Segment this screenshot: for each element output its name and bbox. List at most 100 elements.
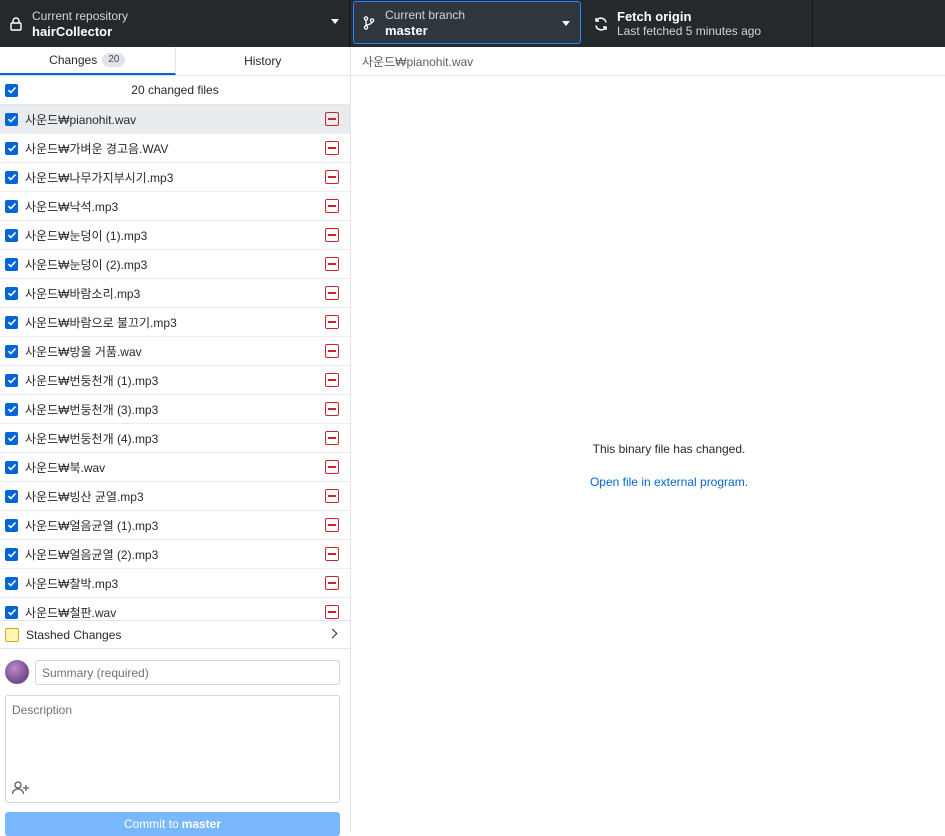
toolbar: Current repository hairCollector Current… (0, 0, 945, 47)
file-row[interactable]: 사운드₩얼음균열 (1).mp3 (0, 511, 350, 540)
file-checkbox[interactable] (5, 576, 18, 590)
stashed-changes-label: Stashed Changes (26, 627, 122, 642)
select-all-checkbox[interactable] (5, 83, 18, 97)
file-row[interactable]: 사운드₩번둥천개 (4).mp3 (0, 424, 350, 453)
tab-history-label: History (244, 54, 282, 68)
file-checkbox[interactable] (5, 518, 18, 532)
file-name: 사운드₩찰박.mp3 (25, 576, 119, 591)
file-name: 사운드₩눈덩이 (2).mp3 (25, 257, 148, 272)
file-checkbox[interactable] (5, 431, 18, 445)
lock-icon (8, 16, 24, 32)
repository-label: Current repository (32, 8, 129, 23)
changed-files-count: 20 changed files (131, 83, 219, 97)
summary-input[interactable]: Summary (required) (35, 660, 340, 685)
repository-selector[interactable]: Current repository hairCollector (0, 0, 350, 47)
file-deleted-icon (325, 576, 339, 590)
file-checkbox[interactable] (5, 460, 18, 474)
file-row[interactable]: 사운드₩철판.wav (0, 598, 350, 620)
file-name: 사운드₩pianohit.wav (25, 112, 137, 127)
file-name: 사운드₩번둥천개 (4).mp3 (25, 431, 159, 446)
file-row[interactable]: 사운드₩가벼운 경고음.WAV (0, 134, 350, 163)
file-checkbox[interactable] (5, 547, 18, 561)
file-row[interactable]: 사운드₩pianohit.wav (0, 105, 350, 134)
changes-sidebar: Changes 20 History 20 changed files 사운드₩… (0, 47, 351, 836)
file-name: 사운드₩가벼운 경고음.WAV (25, 141, 169, 156)
changes-count-badge: 20 (102, 53, 126, 67)
tab-history[interactable]: History (176, 47, 351, 75)
file-row[interactable]: 사운드₩눈덩이 (2).mp3 (0, 250, 350, 279)
description-input[interactable]: Description (5, 695, 340, 803)
file-deleted-icon (325, 228, 339, 242)
stash-icon (5, 627, 19, 642)
file-checkbox[interactable] (5, 112, 18, 126)
file-row[interactable]: 사운드₩나무가지부시기.mp3 (0, 163, 350, 192)
file-deleted-icon (325, 112, 339, 126)
file-name: 사운드₩얼음균열 (1).mp3 (25, 518, 159, 533)
file-row[interactable]: 사운드₩찰박.mp3 (0, 569, 350, 598)
file-row[interactable]: 사운드₩바람소리.mp3 (0, 279, 350, 308)
summary-placeholder: Summary (required) (42, 665, 149, 680)
file-deleted-icon (325, 373, 339, 387)
branch-selector[interactable]: Current branch master (353, 1, 581, 44)
file-checkbox[interactable] (5, 141, 18, 155)
file-row[interactable]: 사운드₩번둥천개 (3).mp3 (0, 395, 350, 424)
file-row[interactable]: 사운드₩낙석.mp3 (0, 192, 350, 221)
file-checkbox[interactable] (5, 228, 18, 242)
file-row[interactable]: 사운드₩번둥천개 (1).mp3 (0, 366, 350, 395)
file-name: 사운드₩북.wav (25, 460, 106, 475)
file-deleted-icon (325, 286, 339, 300)
file-checkbox[interactable] (5, 315, 18, 329)
fetch-status: Last fetched 5 minutes ago (617, 23, 762, 38)
file-row[interactable]: 사운드₩눈덩이 (1).mp3 (0, 221, 350, 250)
file-deleted-icon (325, 199, 339, 213)
file-checkbox[interactable] (5, 489, 18, 503)
file-deleted-icon (325, 170, 339, 184)
file-row[interactable]: 사운드₩바람으로 불끄기.mp3 (0, 308, 350, 337)
commit-button[interactable]: Commit to master (5, 812, 340, 836)
file-name: 사운드₩방울 거품.wav (25, 344, 142, 359)
file-row[interactable]: 사운드₩얼음균열 (2).mp3 (0, 540, 350, 569)
changes-header: 20 changed files (0, 76, 350, 105)
tab-changes[interactable]: Changes 20 (0, 47, 176, 75)
file-checkbox[interactable] (5, 257, 18, 271)
open-external-link[interactable]: Open file in external program. (351, 475, 945, 489)
file-path: 사운드₩pianohit.wav (362, 54, 474, 69)
file-deleted-icon (325, 460, 339, 474)
fetch-label: Fetch origin (617, 8, 692, 24)
file-checkbox[interactable] (5, 373, 18, 387)
file-deleted-icon (325, 431, 339, 445)
file-checkbox[interactable] (5, 199, 18, 213)
chevron-right-icon (327, 628, 338, 639)
description-placeholder: Description (12, 703, 73, 717)
file-row[interactable]: 사운드₩빙산 균열.mp3 (0, 482, 350, 511)
file-deleted-icon (325, 344, 339, 358)
file-name: 사운드₩낙석.mp3 (25, 199, 119, 214)
file-checkbox[interactable] (5, 286, 18, 300)
file-deleted-icon (325, 489, 339, 503)
avatar (5, 660, 29, 684)
file-checkbox[interactable] (5, 170, 18, 184)
file-name: 사운드₩바람으로 불끄기.mp3 (25, 315, 177, 330)
file-checkbox[interactable] (5, 344, 18, 358)
add-coauthor-icon[interactable] (11, 780, 31, 796)
file-row[interactable]: 사운드₩방울 거품.wav (0, 337, 350, 366)
file-checkbox[interactable] (5, 402, 18, 416)
commit-button-branch: master (181, 817, 222, 831)
branch-name: master (385, 22, 428, 38)
file-name: 사운드₩나무가지부시기.mp3 (25, 170, 174, 185)
file-deleted-icon (325, 141, 339, 155)
file-row[interactable]: 사운드₩북.wav (0, 453, 350, 482)
file-name: 사운드₩철판.wav (25, 605, 117, 620)
branch-label: Current branch (385, 7, 466, 22)
file-deleted-icon (325, 402, 339, 416)
fetch-origin-button[interactable]: Fetch origin Last fetched 5 minutes ago (583, 0, 813, 47)
stashed-changes-row[interactable]: Stashed Changes (0, 620, 350, 649)
file-deleted-icon (325, 518, 339, 532)
file-name: 사운드₩빙산 균열.mp3 (25, 489, 144, 504)
file-checkbox[interactable] (5, 605, 18, 619)
file-deleted-icon (325, 605, 339, 619)
commit-button-prefix: Commit to (123, 817, 179, 831)
file-name: 사운드₩바람소리.mp3 (25, 286, 141, 301)
git-branch-icon (361, 15, 377, 31)
changed-file-list[interactable]: 사운드₩pianohit.wav 사운드₩가벼운 경고음.WAV 사운드₩나무가지부… (0, 105, 350, 620)
